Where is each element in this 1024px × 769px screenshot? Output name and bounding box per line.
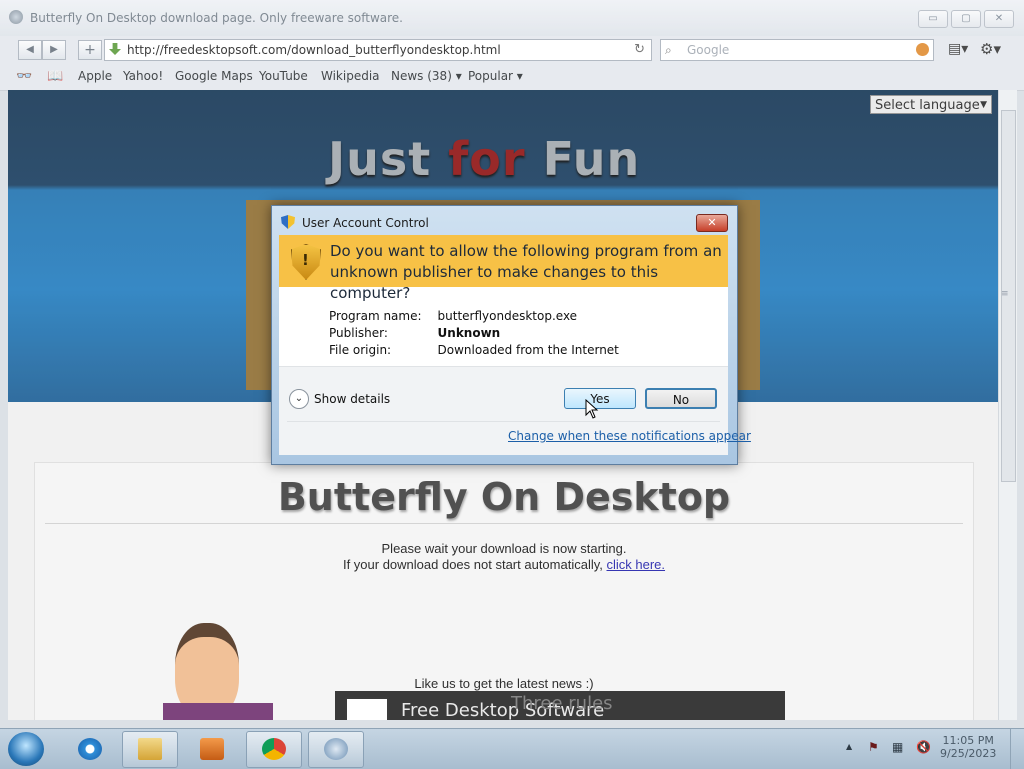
program-name-label: Program name: (329, 309, 422, 323)
uac-shield-icon (281, 215, 295, 229)
windows-taskbar: ▲ ⚑ ▦ 🔇 11:05 PM 9/25/2023 (0, 728, 1024, 769)
clock-date: 9/25/2023 (940, 747, 997, 760)
show-details-button[interactable]: Show details (314, 392, 390, 406)
mouse-cursor-icon (585, 399, 599, 419)
publisher-row: Publisher: Unknown (329, 326, 635, 343)
uac-content: ! Do you want to allow the following pro… (279, 235, 751, 455)
taskbar-media-player[interactable] (184, 731, 240, 768)
media-player-icon (200, 738, 224, 760)
footer-divider (287, 421, 720, 422)
taskbar-safari[interactable] (308, 731, 364, 768)
uac-title: User Account Control (302, 216, 429, 230)
show-hidden-icons-chevron[interactable]: ▲ (846, 742, 852, 751)
program-name-value: butterflyondesktop.exe (437, 309, 578, 323)
taskbar-internet-explorer[interactable] (62, 731, 118, 768)
taskbar-explorer[interactable] (122, 731, 178, 768)
change-notifications-link[interactable]: Change when these notifications appear (508, 429, 751, 443)
network-icon[interactable]: ▦ (892, 740, 903, 754)
yes-button[interactable]: Yes (564, 388, 636, 409)
uac-warning-banner: ! Do you want to allow the following pro… (279, 235, 728, 302)
uac-close-button[interactable]: ✕ (696, 214, 728, 232)
program-info-table: Program name: butterflyondesktop.exe Pub… (329, 309, 635, 360)
taskbar-chrome[interactable] (246, 731, 302, 768)
action-center-flag-icon[interactable]: ⚑ (868, 740, 879, 754)
file-origin-row: File origin: Downloaded from the Interne… (329, 343, 635, 360)
tray-clock[interactable]: 11:05 PM 9/25/2023 (940, 734, 996, 760)
uac-dialog: User Account Control ✕ ! Do you want to … (271, 205, 751, 465)
show-desktop-button[interactable] (1010, 729, 1024, 769)
clock-time: 11:05 PM (942, 734, 994, 747)
file-origin-label: File origin: (329, 343, 392, 357)
chrome-icon (262, 738, 286, 760)
program-name-row: Program name: butterflyondesktop.exe (329, 309, 635, 326)
file-origin-value: Downloaded from the Internet (437, 343, 619, 357)
start-button[interactable] (8, 732, 44, 766)
uac-question: Do you want to allow the following progr… (330, 242, 722, 302)
uac-footer: ⌄ Show details Yes No Change when these … (279, 367, 751, 455)
folder-icon (138, 738, 162, 760)
chevron-down-icon[interactable]: ⌄ (289, 389, 309, 409)
no-button[interactable]: No (645, 388, 717, 409)
publisher-value: Unknown (437, 326, 501, 340)
volume-muted-icon[interactable]: 🔇 (916, 740, 931, 754)
publisher-label: Publisher: (329, 326, 388, 340)
safari-icon (324, 738, 348, 760)
internet-explorer-icon (78, 738, 102, 760)
exclamation-icon: ! (302, 251, 309, 269)
